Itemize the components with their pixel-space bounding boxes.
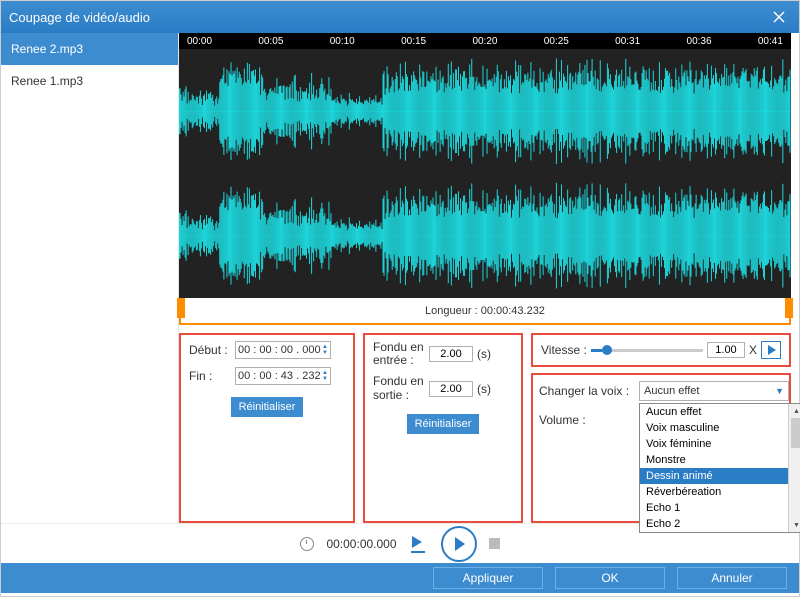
speed-label: Vitesse : <box>541 343 587 357</box>
voice-select[interactable]: Aucun effet ▼ <box>639 381 789 401</box>
speed-group: Vitesse : X <box>531 333 791 367</box>
start-label: Début : <box>189 343 231 357</box>
playback-timecode: 00:00:00.000 <box>326 537 396 551</box>
fade-out-label: Fondu en sortie : <box>373 375 425 401</box>
spinner-icon[interactable]: ▲▼ <box>322 344 328 356</box>
ok-button[interactable]: OK <box>555 567 665 589</box>
timeline-tick: 00:00 <box>187 36 212 47</box>
play-button[interactable] <box>441 526 477 562</box>
file-item-label: Renee 1.mp3 <box>11 74 83 88</box>
voice-dropdown[interactable]: Aucun effet Voix masculine Voix féminine… <box>639 403 800 533</box>
timeline-tick: 00:31 <box>615 36 640 47</box>
window-title: Coupage de vidéo/audio <box>9 10 767 25</box>
file-item[interactable]: Renee 1.mp3 <box>1 65 178 97</box>
timeline-tick: 00:36 <box>687 36 712 47</box>
timeline-tick: 00:15 <box>401 36 426 47</box>
fade-in-label: Fondu en entrée : <box>373 341 425 367</box>
start-time-value: 00 : 00 : 00 . 000 <box>238 344 321 356</box>
scrollbar[interactable]: ▲▼ <box>788 404 800 532</box>
file-list: Renee 2.mp3 Renee 1.mp3 <box>1 33 179 523</box>
start-time-input[interactable]: 00 : 00 : 00 . 000 ▲▼ <box>235 341 331 359</box>
chevron-down-icon: ▼ <box>775 386 784 396</box>
timeline-tick: 00:41 <box>758 36 783 47</box>
cancel-button[interactable]: Annuler <box>677 567 787 589</box>
reset-fade-button[interactable]: Réinitialiser <box>407 414 480 434</box>
speed-slider[interactable] <box>591 349 703 352</box>
timeline-tick: 00:25 <box>544 36 569 47</box>
timeline-tick: 00:20 <box>472 36 497 47</box>
selection-handle-right[interactable] <box>785 298 793 318</box>
timeline-ruler: 00:00 00:05 00:10 00:15 00:20 00:25 00:3… <box>179 33 791 49</box>
reset-time-button[interactable]: Réinitialiser <box>231 397 304 417</box>
speed-suffix: X <box>749 343 757 357</box>
voice-option[interactable]: Echo 1 <box>640 500 800 516</box>
file-item[interactable]: Renee 2.mp3 <box>1 33 178 65</box>
voice-volume-group: Changer la voix : Aucun effet ▼ Volume :… <box>531 373 791 523</box>
voice-option[interactable]: Echo 2 <box>640 516 800 532</box>
close-icon[interactable] <box>767 5 791 29</box>
selection-handle-left[interactable] <box>177 298 185 318</box>
stop-button[interactable] <box>489 538 500 549</box>
fade-out-input[interactable] <box>429 381 473 397</box>
clock-icon <box>300 537 314 551</box>
time-range-group: Début : 00 : 00 : 00 . 000 ▲▼ Fin : 00 :… <box>179 333 355 523</box>
speed-preview-button[interactable] <box>761 341 781 359</box>
goto-start-button[interactable] <box>409 535 429 553</box>
play-icon <box>455 537 465 551</box>
end-label: Fin : <box>189 369 231 383</box>
seconds-suffix: (s) <box>477 347 491 361</box>
file-item-label: Renee 2.mp3 <box>11 42 83 56</box>
end-time-value: 00 : 00 : 43 . 232 <box>238 370 321 382</box>
speed-input[interactable] <box>707 342 745 358</box>
voice-option[interactable]: Voix féminine <box>640 436 800 452</box>
apply-button[interactable]: Appliquer <box>433 567 543 589</box>
timeline-tick: 00:10 <box>330 36 355 47</box>
voice-option[interactable]: Voix masculine <box>640 420 800 436</box>
seconds-suffix: (s) <box>477 382 491 396</box>
end-time-input[interactable]: 00 : 00 : 43 . 232 ▲▼ <box>235 367 331 385</box>
fade-group: Fondu en entrée : (s) Fondu en sortie : … <box>363 333 523 523</box>
selection-range[interactable]: Longueur : 00:00:43.232 <box>179 300 791 325</box>
volume-label: Volume : <box>539 413 633 427</box>
waveform-display[interactable] <box>179 49 791 298</box>
spinner-icon[interactable]: ▲▼ <box>322 370 328 382</box>
fade-in-input[interactable] <box>429 346 473 362</box>
voice-selected-value: Aucun effet <box>644 385 699 397</box>
voice-label: Changer la voix : <box>539 384 633 398</box>
voice-option[interactable]: Dessin animé <box>640 468 800 484</box>
voice-option[interactable]: Réverbéreation <box>640 484 800 500</box>
slider-knob[interactable] <box>602 345 612 355</box>
footer-bar: Appliquer OK Annuler <box>1 563 799 593</box>
voice-option[interactable]: Monstre <box>640 452 800 468</box>
timeline-tick: 00:05 <box>258 36 283 47</box>
selection-length-label: Longueur : 00:00:43.232 <box>425 305 545 317</box>
title-bar: Coupage de vidéo/audio <box>1 1 799 33</box>
voice-option[interactable]: Aucun effet <box>640 404 800 420</box>
